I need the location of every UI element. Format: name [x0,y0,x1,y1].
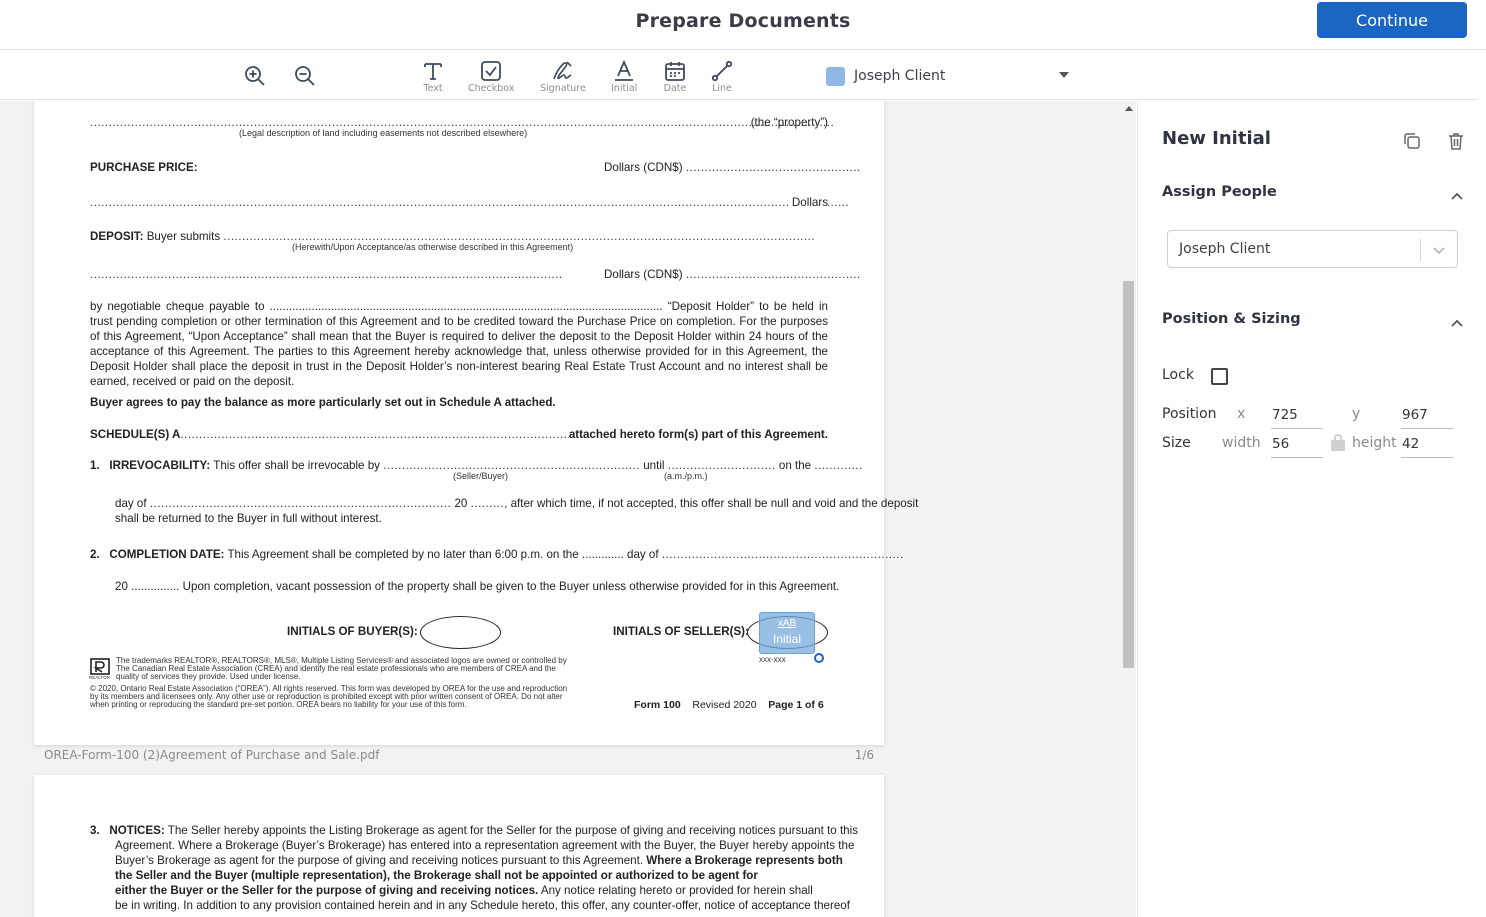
page-title: Prepare Documents [635,10,851,32]
tool-label: Text [423,83,443,94]
position-sizing-title: Position & Sizing [1162,311,1301,327]
dollars-cdn-line: ........................................… [90,268,861,281]
signer-select[interactable]: Joseph Client [826,63,1076,89]
initials-seller-label: INITIALS OF SELLER(S): [613,625,749,638]
select-separator [1420,239,1421,261]
size-label: Size [1162,435,1191,451]
line-icon [711,60,733,82]
copy-icon[interactable] [1402,131,1422,151]
text-icon [424,63,442,80]
completion-line: 2. COMPLETION DATE: This Agreement shall… [90,548,904,561]
position-label: Position [1162,406,1217,422]
trash-icon[interactable] [1446,131,1466,151]
date-tool[interactable]: Date [663,59,687,94]
form-footer: Form 100 Revised 2020 Page 1 of 6 [634,699,824,711]
document-filename: OREA-Form-100 (2)Agreement of Purchase a… [44,748,380,762]
initial-field[interactable]: xAB Initial [759,612,815,654]
assign-people-select[interactable]: Joseph Client [1167,230,1458,268]
width-input[interactable] [1271,431,1323,458]
document-filename-bar: OREA-Form-100 (2)Agreement of Purchase a… [44,748,874,762]
initial-tool[interactable]: Initial [611,59,637,94]
tool-label: Checkbox [468,83,515,94]
panel-title: New Initial [1162,128,1271,149]
signer-name: Joseph Client [854,68,946,84]
viewer-scrollbar[interactable] [1121,101,1136,917]
notices-line-3: Buyer’s Brokerage as agent for the purpo… [115,854,843,867]
legal-desc-caption: (Legal description of land including eas… [239,128,528,138]
x-label: x [1237,406,1246,422]
zoom-in-icon[interactable] [244,65,266,87]
position-y-input[interactable] [1401,402,1453,429]
resize-handle[interactable] [814,653,824,663]
deposit-paragraph: by negotiable cheque payable to ........… [90,300,828,388]
day-of-line: day of .................................… [115,497,919,510]
signature-tool[interactable]: Signature [540,59,586,94]
text-tool[interactable]: Text [421,59,445,94]
signer-color-swatch [826,66,845,86]
page-counter: 1/6 [854,748,874,762]
am-pm-caption: (a.m./p.m.) [664,471,708,481]
document-page-1: ........................................… [34,101,919,745]
tool-label: Line [712,83,732,94]
notices-line-4: the Seller and the Buyer (multiple repre… [115,869,758,882]
notices-line-1: 3. NOTICES: The Seller hereby appoints t… [90,824,859,837]
properties-panel: New Initial Assign People Joseph Client … [1137,101,1486,917]
field-toolbar: Text Checkbox Signature Initial Date Lin… [0,51,1478,100]
caret-down-icon [1059,72,1069,78]
copyright-3: when printing or reproducing the standar… [90,700,467,709]
notices-line-6: be in writing. In addition to any provis… [115,899,850,912]
calendar-icon [665,62,685,81]
document-viewer[interactable]: ........................................… [0,101,1136,917]
checkbox-icon [481,61,502,81]
chevron-up-icon[interactable] [1450,188,1464,200]
balance-line: Buyer agrees to pay the balance as more … [90,396,556,409]
assign-people-title: Assign People [1162,184,1277,200]
zoom-out-icon[interactable] [294,65,316,87]
herewith-caption: (Herewith/Upon Acceptance/as otherwise d… [292,242,574,252]
returned-line: shall be returned to the Buyer in full w… [115,512,382,525]
lock-icon[interactable] [1329,432,1347,452]
schedule-line: SCHEDULE(S) A...........................… [90,427,828,442]
initials-id-caption: xxx-xxx [759,655,786,664]
chevron-up-icon[interactable] [1450,315,1464,327]
signature-icon [553,61,572,80]
trademark-3: quality of services they provide. Used u… [116,672,301,681]
seller-buyer-caption: (Seller/Buyer) [453,471,509,481]
document-page-2: 3. NOTICES: The Seller hereby appoints t… [34,775,884,917]
y-label: y [1352,406,1361,422]
top-bar: Prepare Documents Continue [0,0,1486,50]
tool-label: Initial [611,83,638,94]
width-label: width [1222,435,1261,451]
tool-label: Date [663,83,687,94]
line-tool[interactable]: Line [710,59,734,94]
buyer-initials-oval [420,616,501,649]
purchase-price-line: PURCHASE PRICE: Dollars (CDN$) .........… [90,161,861,174]
dollars-line: ........................................… [90,195,850,210]
height-label: height [1352,435,1397,451]
notices-line-5: either the Buyer or the Seller for the p… [115,884,813,897]
lock-checkbox[interactable] [1211,368,1228,385]
continue-button[interactable]: Continue [1317,2,1467,38]
notices-line-2: Agreement. Where a Brokerage (Buyer’s Br… [115,839,855,852]
scroll-thumb[interactable] [1123,281,1134,668]
height-input[interactable] [1401,431,1453,458]
tool-label: Signature [540,83,586,94]
initial-field-preview: xAB [777,618,797,629]
position-x-input[interactable] [1271,402,1323,429]
initial-field-label: Initial [772,632,801,646]
realtor-logo: REALTOR [89,658,110,680]
completion-line-2: 20 ............... Upon completion, vaca… [115,580,840,593]
chevron-down-icon [1432,243,1446,255]
checkbox-tool[interactable]: Checkbox [468,59,514,94]
initial-icon [615,59,634,81]
lock-label: Lock [1162,367,1194,383]
scroll-up-arrow-icon[interactable] [1125,106,1133,111]
assign-people-value: Joseph Client [1179,241,1271,257]
initials-buyer-label: INITIALS OF BUYER(S): [287,625,418,638]
